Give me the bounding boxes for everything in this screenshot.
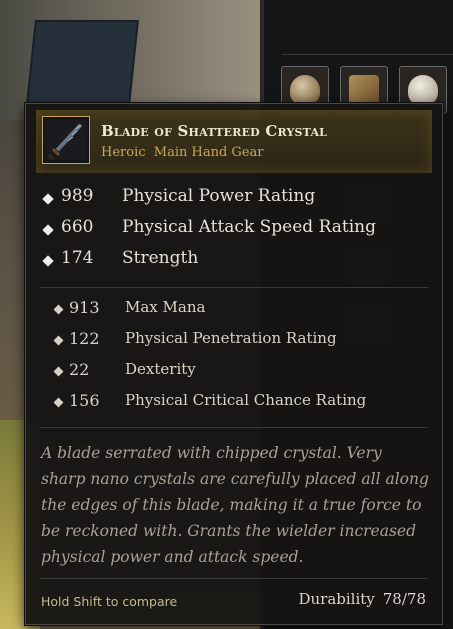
diamond-icon: [53, 335, 64, 346]
scroll-icon: [349, 75, 379, 105]
blade-icon: [42, 116, 90, 164]
tooltip-header: Blade of Shattered Crystal Heroic Main H…: [36, 110, 432, 173]
diamond-icon: [53, 397, 64, 408]
scene-crate: [25, 20, 139, 114]
stat-value: 913: [69, 298, 100, 317]
stat-value: 22: [69, 360, 90, 379]
diamond-icon: [53, 304, 64, 315]
stat-name: Physical Penetration Rating: [125, 329, 337, 347]
stat-name: Physical Critical Chance Rating: [125, 391, 367, 409]
stat-name: Physical Power Rating: [122, 186, 316, 206]
item-rarity-type: Heroic Main Hand Gear: [101, 145, 264, 160]
bag-icon: [290, 75, 320, 105]
stat-value: 989: [61, 186, 94, 206]
diamond-icon: [42, 193, 54, 205]
divider: [40, 427, 428, 428]
compare-hint: Hold Shift to compare: [41, 594, 178, 609]
divider: [40, 578, 428, 579]
stat-name: Dexterity: [125, 360, 196, 378]
divider: [40, 287, 428, 288]
stat-value: 174: [61, 248, 94, 268]
item-tooltip: Blade of Shattered Crystal Heroic Main H…: [25, 103, 443, 625]
stat-value: 156: [69, 391, 100, 410]
diamond-icon: [53, 366, 64, 377]
durability-value: 78/78: [382, 590, 426, 608]
durability: Durability 78/78: [298, 590, 426, 608]
diamond-icon: [42, 224, 54, 236]
stat-value: 660: [61, 217, 94, 237]
stat-name: Max Mana: [125, 298, 206, 316]
stat-name: Strength: [122, 248, 199, 268]
item-description: A blade serrated with chipped crystal. V…: [41, 444, 429, 566]
pouch-icon: [408, 75, 438, 105]
inventory-divider: [282, 54, 453, 55]
durability-label: Durability: [298, 590, 375, 608]
stat-value: 122: [69, 329, 100, 348]
diamond-icon: [42, 255, 54, 267]
item-name: Blade of Shattered Crystal: [101, 122, 328, 140]
stat-name: Physical Attack Speed Rating: [122, 217, 377, 237]
